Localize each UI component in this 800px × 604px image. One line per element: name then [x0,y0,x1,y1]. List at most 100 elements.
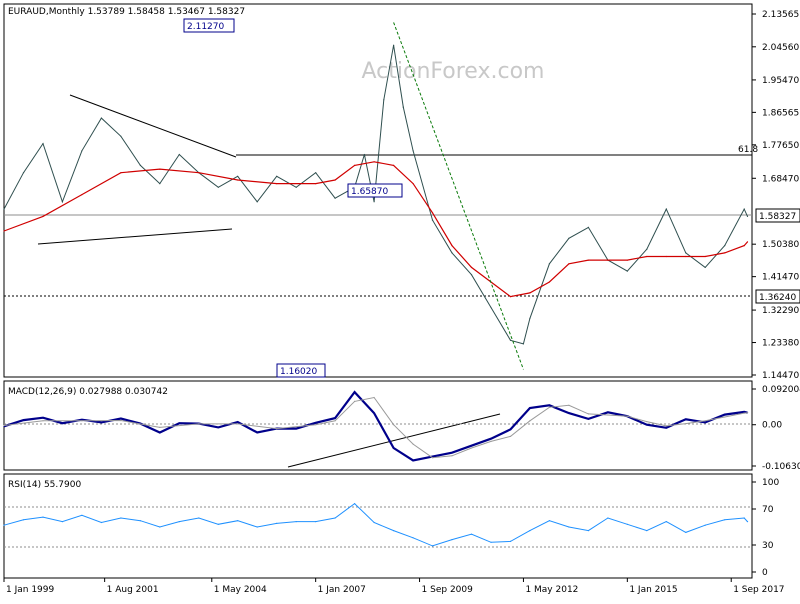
price-y-tick-label: 1.68470 [762,174,799,184]
macd-signal-point [198,423,200,425]
support-price-box: 1.36240 [755,289,800,304]
price-close-point [431,219,434,221]
price-moving-average-point [120,172,122,174]
price-moving-average-point [315,183,317,185]
macd-signal-point [3,424,5,427]
price-y-tick-label: 1.86565 [762,108,799,118]
macd-signal-point [431,457,434,459]
price-close-point [626,270,628,272]
price-moving-average-point [704,255,706,258]
price-moving-average-point [431,212,434,214]
macd-macd-point [587,418,590,420]
rsi-rsi-point [665,521,667,523]
price-moving-average-point [548,281,551,283]
macd-macd-point [315,422,317,424]
price-y-tick-label: 2.04560 [762,43,799,53]
rsi-rsi-point [587,530,590,532]
price-close-point [704,266,706,268]
price-moving-average-point [568,263,570,265]
price-close-point [22,172,25,174]
macd-signal-point [724,416,726,418]
price-y-tick-label: 1.14470 [762,371,799,381]
rsi-rsi-point [120,517,122,519]
price-moving-average-point [470,266,473,268]
rsi-rsi-point [276,522,278,525]
macd-macd-point [568,412,570,414]
macd-signal-point [315,424,317,426]
price-close-point [42,143,44,145]
rsi-rsi-point [607,517,609,519]
price-close-point [451,252,453,254]
macd-macd-point [412,459,414,461]
macd-signal-point [746,412,749,414]
macd-macd-point [22,419,25,421]
rsi-rsi-point [412,537,414,539]
macd-y-tick-label: 0.092004 [762,385,800,395]
price-close-point [276,175,278,177]
price-close-point [383,99,385,101]
price-moving-average-point [685,255,687,258]
price-close-point [743,208,745,210]
price-moving-average-point [743,245,745,247]
x-tick-label: 1 May 2012 [525,585,578,595]
price-moving-average-point [373,161,375,163]
macd-signal-point [276,428,278,430]
price-close-point [746,215,749,217]
macd-signal-point [626,415,628,417]
rsi-rsi-point [626,523,628,525]
macd-signal-point [646,421,648,423]
x-tick-label: 1 Jan 2007 [318,585,366,595]
price-moving-average-point [354,164,356,166]
macd-signal-point [81,420,83,422]
rsi-rsi-point [198,517,200,519]
price-y-tick-label: 1.23380 [762,339,799,349]
x-tick-label: 1 Jan 1999 [6,585,54,595]
price-close-point [3,208,5,210]
rsi-rsi-point [724,519,726,521]
rsi-rsi-point [451,539,453,541]
macd-signal-point [529,420,531,422]
price-close-point [568,237,570,239]
rsi-rsi-point [256,526,258,528]
price-moving-average-point [665,255,667,258]
price-close-point [402,106,404,108]
rsi-rsi-point [746,521,749,523]
rsi-rsi-point [3,524,5,526]
macd-macd-point [42,417,44,419]
macd-signal-point [490,440,492,442]
macd-macd-point [451,452,453,454]
macd-signal-point [159,426,161,428]
price-close-point [315,172,317,174]
macd-macd-point [490,438,492,440]
rsi-rsi-point [509,540,512,543]
macd-macd-point [354,391,356,393]
macd-signal-point [120,419,122,422]
rsi-rsi-point [529,530,531,532]
price-close-point [470,274,473,276]
macd-macd-point [373,412,375,414]
rsi-panel-frame [3,473,753,579]
rsi-y-tick-label: 30 [762,541,774,551]
price-moving-average-point [3,230,5,232]
price-close-point [665,208,667,210]
macd-macd-point [256,431,258,434]
macd-signal-point [685,423,687,425]
rsi-rsi-point [393,530,395,532]
peak-annotation-label: 2.11270 [187,22,224,32]
price-y-tick-label: 1.95470 [762,76,799,86]
price-close-point [334,197,336,199]
macd-signal-point [412,443,414,445]
price-moving-average-point [451,245,453,247]
price-moving-average-point [607,259,609,261]
price-close-point [217,186,219,188]
rsi-rsi-point [100,521,102,524]
macd-signal-point [42,420,44,422]
macd-signal-point [470,447,473,449]
price-moving-average-point [237,179,239,181]
price-moving-average-point [81,194,83,196]
price-y-tick-label: 1.32290 [762,306,799,316]
symbol-header: EURAUD,Monthly 1.53789 1.58458 1.53467 1… [8,7,245,17]
price-moving-average-point [626,259,628,261]
price-moving-average-point [393,164,395,166]
rsi-rsi-point [237,520,239,522]
